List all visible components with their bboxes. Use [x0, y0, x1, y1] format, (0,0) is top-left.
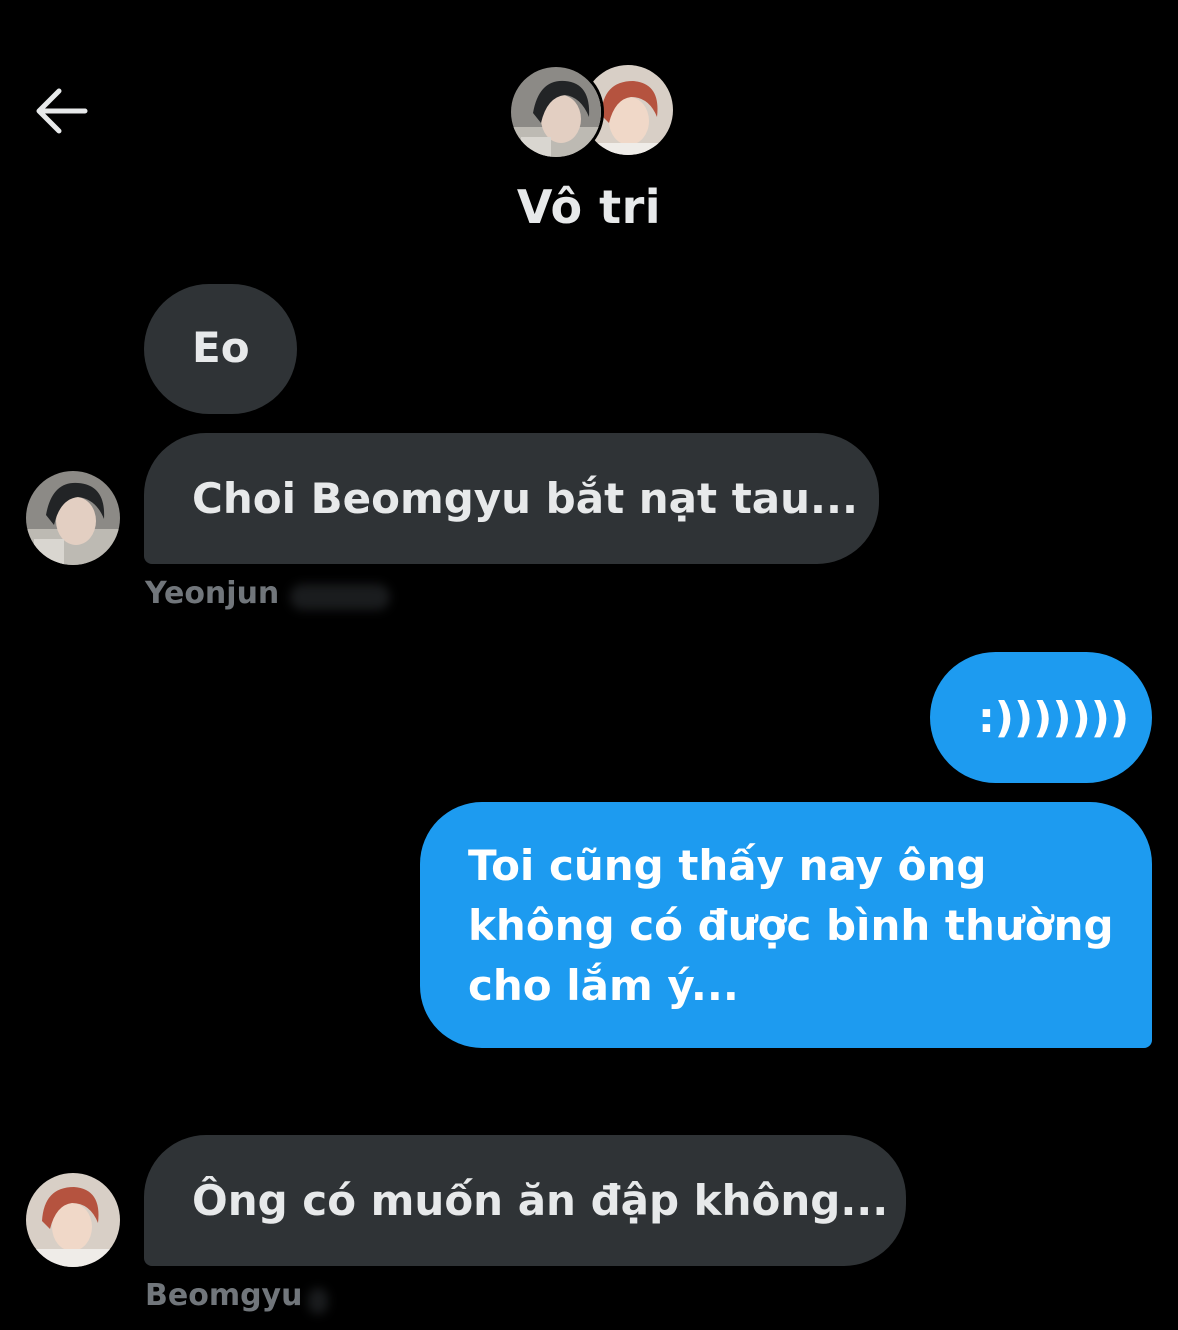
arrow-left-icon: [36, 88, 88, 134]
message-bubble[interactable]: :))))))): [930, 652, 1152, 783]
back-button[interactable]: [28, 80, 94, 142]
avatar[interactable]: [26, 1173, 120, 1267]
yeonjun-avatar: [508, 64, 604, 160]
blurred-timestamp: [290, 584, 390, 610]
message-bubble[interactable]: Toi cũng thấy nay ông không có được bình…: [420, 802, 1152, 1048]
message-bubble[interactable]: Ông có muốn ăn đập không...: [144, 1135, 906, 1266]
conversation-title[interactable]: Vô tri: [0, 180, 1178, 234]
avatar[interactable]: [26, 471, 120, 565]
sender-name: Yeonjun: [145, 576, 280, 611]
group-avatars[interactable]: [508, 62, 676, 162]
sender-name: Beomgyu: [145, 1278, 303, 1313]
blurred-timestamp: [308, 1288, 328, 1314]
message-bubble[interactable]: Choi Beomgyu bắt nạt tau...: [144, 433, 879, 564]
message-bubble[interactable]: Eo: [144, 284, 297, 414]
